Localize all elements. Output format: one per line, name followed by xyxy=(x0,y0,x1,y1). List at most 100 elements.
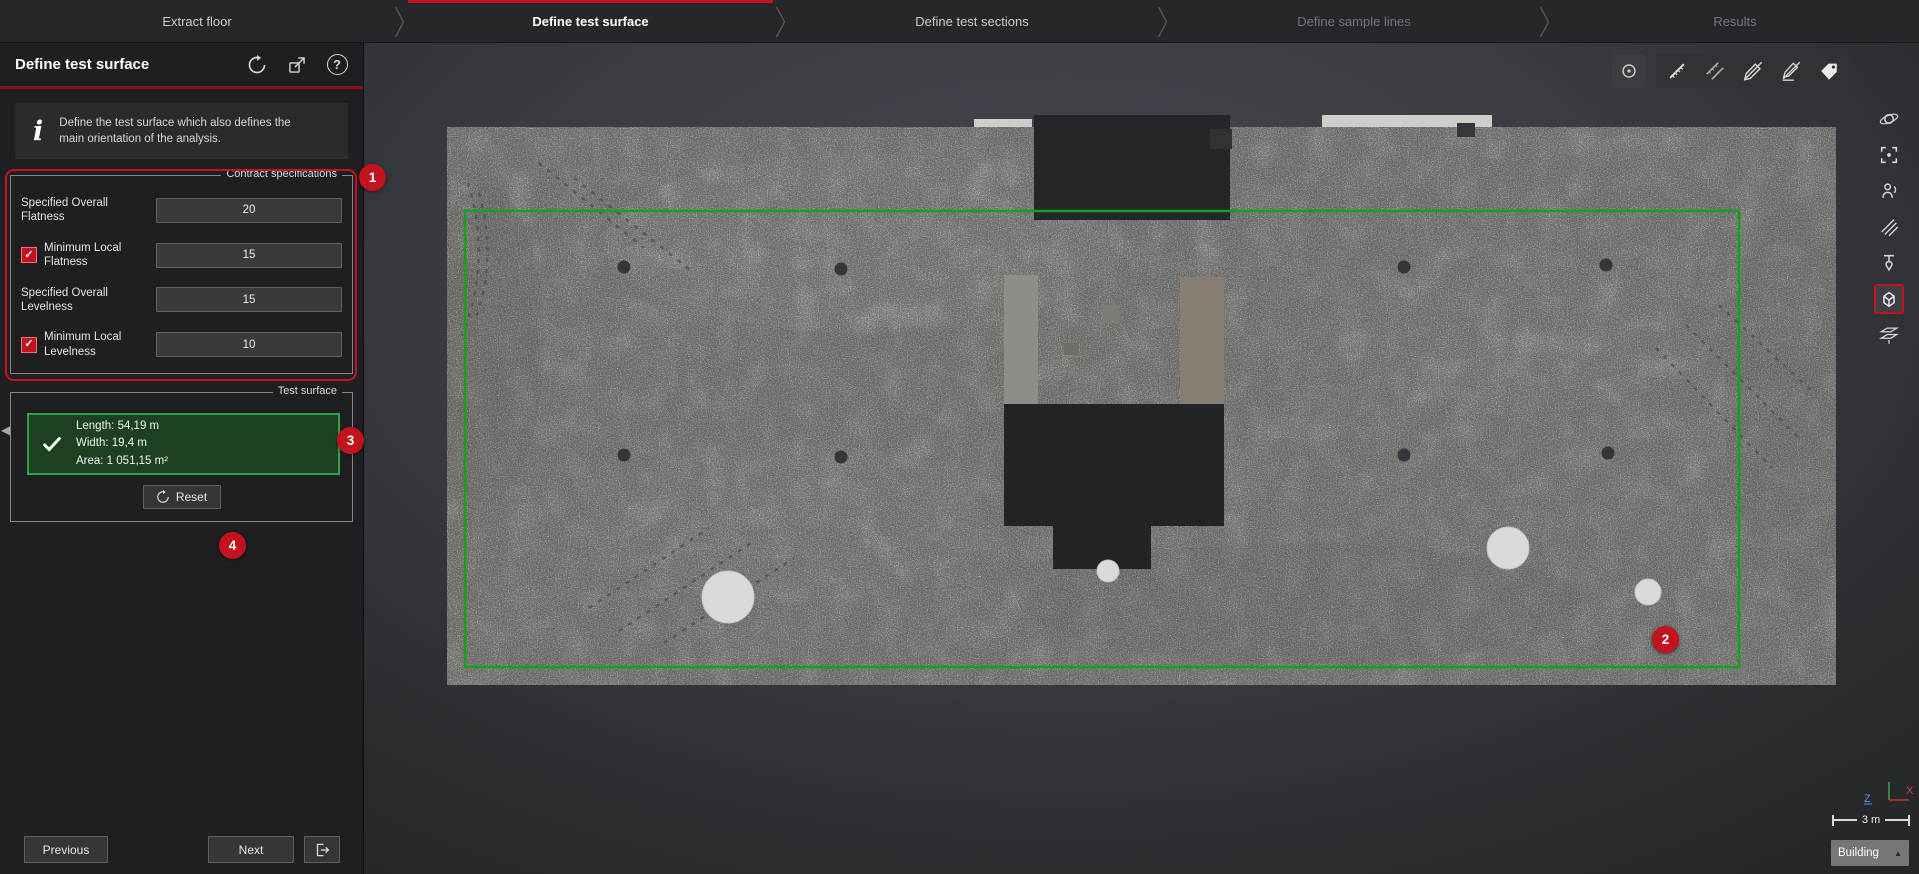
measure-parallel-button[interactable] xyxy=(1699,55,1731,87)
specified-overall-levelness-label: Specified Overall Levelness xyxy=(21,286,141,315)
first-person-button[interactable] xyxy=(1874,176,1904,206)
clipping-planes-button[interactable] xyxy=(1874,320,1904,350)
plumb-button[interactable] xyxy=(1874,248,1904,278)
minimum-local-levelness-checkbox[interactable]: ✓ xyxy=(21,337,37,353)
minimum-local-levelness-label: Minimum Local Levelness xyxy=(44,330,141,359)
panel-header: Define test surface ? xyxy=(0,43,363,89)
cube-view-icon xyxy=(1878,288,1900,310)
sweep-button[interactable] xyxy=(1874,212,1904,242)
tab-label: Define test sections xyxy=(915,14,1028,29)
info-box: i Define the test surface which also def… xyxy=(15,103,348,159)
reset-button[interactable]: Reset xyxy=(143,485,221,509)
label-tag-icon xyxy=(1818,60,1840,82)
measure-distance-icon xyxy=(1666,60,1688,82)
zoom-fit-button[interactable] xyxy=(1874,140,1904,170)
cube-view-button[interactable] xyxy=(1874,284,1904,314)
scale-line xyxy=(1885,819,1908,821)
tab-results: Results xyxy=(1551,0,1919,43)
annotation-badge-2: 2 xyxy=(1652,626,1679,653)
tab-separator-icon xyxy=(1157,6,1169,38)
info-icon: i xyxy=(33,118,43,145)
minimum-local-flatness-input[interactable] xyxy=(156,243,342,268)
help-button[interactable]: ? xyxy=(323,51,351,79)
tab-separator-icon xyxy=(1539,6,1551,38)
annotation-lines-disabled-button[interactable] xyxy=(1775,55,1807,87)
group-legend: Contract specifications xyxy=(221,168,342,180)
reset-view-icon xyxy=(247,55,267,75)
previous-button[interactable]: Previous xyxy=(24,836,108,863)
tab-define-test-surface[interactable]: Define test surface xyxy=(406,0,775,43)
contract-specifications-wrap: Contract specifications Specified Overal… xyxy=(10,175,353,374)
tab-define-test-sections[interactable]: Define test sections xyxy=(787,0,1157,43)
annotation-badge-1: 1 xyxy=(359,164,386,191)
viewport-toolbar xyxy=(1612,54,1850,88)
floor-structure xyxy=(1102,305,1120,323)
export-exit-button[interactable] xyxy=(304,836,340,863)
left-panel: Define test surface ? i Define the test … xyxy=(0,43,364,874)
help-icon: ? xyxy=(327,54,348,75)
annotation-badge-3: 3 xyxy=(337,427,364,454)
annotation-lines-disabled-icon xyxy=(1780,60,1802,82)
test-surface-group: Test surface Length: 54,19 m Width: 19,4… xyxy=(10,392,353,522)
floor-structure xyxy=(1064,343,1078,355)
field-row: Specified Overall Flatness xyxy=(21,196,342,225)
tab-separator-icon xyxy=(775,6,787,38)
scale-label: 3 m xyxy=(1862,814,1880,826)
area-value: Area: 1 051,15 m² xyxy=(76,453,168,470)
pick-point-icon xyxy=(1618,60,1640,82)
reset-view-button[interactable] xyxy=(243,51,271,79)
test-surface-summary: Length: 54,19 m Width: 19,4 m Area: 1 05… xyxy=(27,413,340,475)
pop-out-button[interactable] xyxy=(283,51,311,79)
reset-label: Reset xyxy=(176,490,207,504)
orbit-view-icon xyxy=(1878,108,1900,130)
check-icon xyxy=(41,433,63,455)
panel-collapse-handle[interactable]: ◀ xyxy=(1,424,10,436)
field-row: ✓ Minimum Local Levelness xyxy=(21,330,342,359)
length-value: Length: 54,19 m xyxy=(76,418,168,435)
building-label: Building xyxy=(1838,847,1888,859)
check-icon: ✓ xyxy=(24,339,33,350)
scale-line xyxy=(1834,819,1857,821)
viewport-3d[interactable] xyxy=(364,43,1919,874)
clipping-planes-icon xyxy=(1878,324,1900,346)
scale-bar: 3 m xyxy=(1832,812,1910,828)
tab-label: Define test surface xyxy=(532,14,648,29)
specified-overall-levelness-input[interactable] xyxy=(156,287,342,312)
floor-structure xyxy=(1004,275,1038,404)
axis-z-label: Z xyxy=(1864,793,1871,805)
floor-structure xyxy=(1457,123,1475,137)
building-selector[interactable]: Building ▲ xyxy=(1831,840,1909,866)
minimum-local-levelness-input[interactable] xyxy=(156,332,342,357)
tab-define-sample-lines: Define sample lines xyxy=(1169,0,1539,43)
reset-icon xyxy=(156,490,170,504)
info-text: Define the test surface which also defin… xyxy=(59,115,291,147)
first-person-icon xyxy=(1878,180,1900,202)
help-glyph: ? xyxy=(333,57,341,72)
orbit-view-button[interactable] xyxy=(1874,104,1904,134)
next-button[interactable]: Next xyxy=(208,836,294,863)
pick-point-button[interactable] xyxy=(1612,54,1646,88)
panel-footer: Previous Next xyxy=(0,836,363,864)
panel-title: Define test surface xyxy=(15,56,149,73)
annotation-disabled-button[interactable] xyxy=(1737,55,1769,87)
previous-label: Previous xyxy=(43,843,90,857)
scale-tick xyxy=(1908,815,1910,826)
check-icon: ✓ xyxy=(24,250,33,261)
tab-label: Extract floor xyxy=(162,14,231,29)
annotation-badge-4: 4 xyxy=(219,532,246,559)
floor-opening xyxy=(1034,115,1230,220)
field-row: ✓ Minimum Local Flatness xyxy=(21,241,342,270)
zoom-fit-icon xyxy=(1878,144,1900,166)
tab-extract-floor[interactable]: Extract floor xyxy=(0,0,394,43)
view-toolbar xyxy=(1874,104,1910,350)
minimum-local-flatness-checkbox[interactable]: ✓ xyxy=(21,247,37,263)
label-tag-button[interactable] xyxy=(1813,55,1845,87)
floor-opening xyxy=(1004,404,1224,526)
specified-overall-flatness-input[interactable] xyxy=(156,198,342,223)
point-cloud-canvas[interactable] xyxy=(364,43,1919,874)
measure-parallel-icon xyxy=(1704,60,1726,82)
contract-specifications-group: Contract specifications Specified Overal… xyxy=(10,175,353,374)
group-legend: Test surface xyxy=(273,385,342,397)
measure-distance-button[interactable] xyxy=(1661,55,1693,87)
exit-icon xyxy=(313,841,331,859)
